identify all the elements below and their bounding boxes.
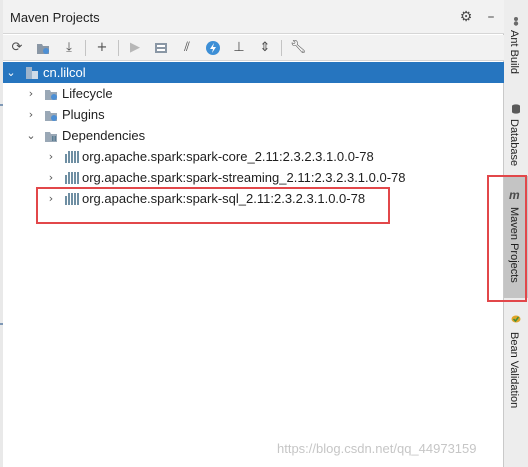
lifecycle-folder-icon bbox=[45, 90, 57, 100]
plugins-folder-icon bbox=[45, 111, 57, 121]
side-tab-label: Ant Build bbox=[508, 30, 520, 75]
tree-node-label: org.apache.spark:spark-streaming_2.11:2.… bbox=[82, 170, 406, 185]
side-tab-label: Database bbox=[508, 119, 520, 167]
ant-icon bbox=[513, 17, 519, 26]
dependencies-folder-icon bbox=[45, 132, 57, 142]
maven-projects-panel: Maven Projects ⚙ – ⟳ ⤓ + ▶ ⫽ ⊥ ⇕ 🔧︎ ⌄ cn… bbox=[3, 0, 504, 467]
side-tab-label: Bean Validation bbox=[508, 332, 520, 409]
tree-node-dependencies[interactable]: ⌄ Dependencies bbox=[3, 125, 504, 146]
chevron-down-icon[interactable]: ⌄ bbox=[25, 125, 37, 146]
execute-goal-icon[interactable] bbox=[151, 38, 171, 58]
download-icon[interactable]: ⤓ bbox=[59, 38, 79, 58]
database-icon bbox=[512, 104, 520, 114]
chevron-down-icon[interactable]: ⌄ bbox=[5, 62, 17, 83]
bean-icon bbox=[511, 315, 521, 323]
gear-icon[interactable]: ⚙ bbox=[458, 9, 474, 25]
tree-node-lifecycle[interactable]: › Lifecycle bbox=[3, 83, 504, 104]
watermark: https://blog.csdn.net/qq_44973159 bbox=[277, 441, 477, 456]
chevron-right-icon[interactable]: › bbox=[25, 83, 37, 104]
tree-node-dependency[interactable]: › org.apache.spark:spark-core_2.11:2.3.2… bbox=[3, 146, 504, 167]
library-icon bbox=[65, 151, 79, 163]
tree-node-dependency[interactable]: › org.apache.spark:spark-streaming_2.11:… bbox=[3, 167, 504, 188]
lightning-icon[interactable] bbox=[203, 38, 223, 58]
maven-module-icon bbox=[26, 67, 38, 79]
tree-node-label: Lifecycle bbox=[62, 86, 113, 101]
panel-title: Maven Projects bbox=[10, 10, 100, 25]
annotation-highlight-box bbox=[36, 187, 390, 224]
panel-title-bar: Maven Projects ⚙ – bbox=[3, 0, 504, 34]
run-icon[interactable]: ▶ bbox=[125, 38, 145, 58]
project-tree: ⌄ cn.lilcol › Lifecycle › Plugins ⌄ Depe… bbox=[3, 62, 504, 467]
settings-wrench-icon[interactable]: 🔧︎ bbox=[288, 38, 308, 58]
show-dependencies-icon[interactable]: ⊥ bbox=[229, 38, 249, 58]
collapse-all-icon[interactable]: ⇕ bbox=[255, 38, 275, 58]
tab-database[interactable]: Database bbox=[504, 100, 528, 176]
tree-node-label: org.apache.spark:spark-core_2.11:2.3.2.3… bbox=[82, 149, 374, 164]
tree-node-label: Dependencies bbox=[62, 128, 146, 143]
tree-node-label: cn.lilcol bbox=[43, 65, 86, 80]
tab-ant-build[interactable]: Ant Build bbox=[504, 0, 528, 100]
maven-toolbar: ⟳ ⤓ + ▶ ⫽ ⊥ ⇕ 🔧︎ bbox=[3, 35, 504, 61]
annotation-highlight-box bbox=[487, 175, 527, 302]
tree-node-root[interactable]: ⌄ cn.lilcol bbox=[3, 62, 504, 83]
library-icon bbox=[65, 172, 79, 184]
minimize-icon[interactable]: – bbox=[483, 9, 499, 25]
skip-tests-icon[interactable]: ⫽ bbox=[177, 38, 197, 58]
chevron-right-icon[interactable]: › bbox=[45, 167, 57, 188]
generate-sources-icon[interactable] bbox=[33, 38, 53, 58]
tree-node-label: Plugins bbox=[62, 107, 105, 122]
tree-node-plugins[interactable]: › Plugins bbox=[3, 104, 504, 125]
reimport-icon[interactable]: ⟳ bbox=[7, 38, 27, 58]
tab-bean-validation[interactable]: Bean Validation bbox=[504, 310, 528, 420]
add-icon[interactable]: + bbox=[92, 38, 112, 58]
chevron-right-icon[interactable]: › bbox=[45, 146, 57, 167]
chevron-right-icon[interactable]: › bbox=[25, 104, 37, 125]
